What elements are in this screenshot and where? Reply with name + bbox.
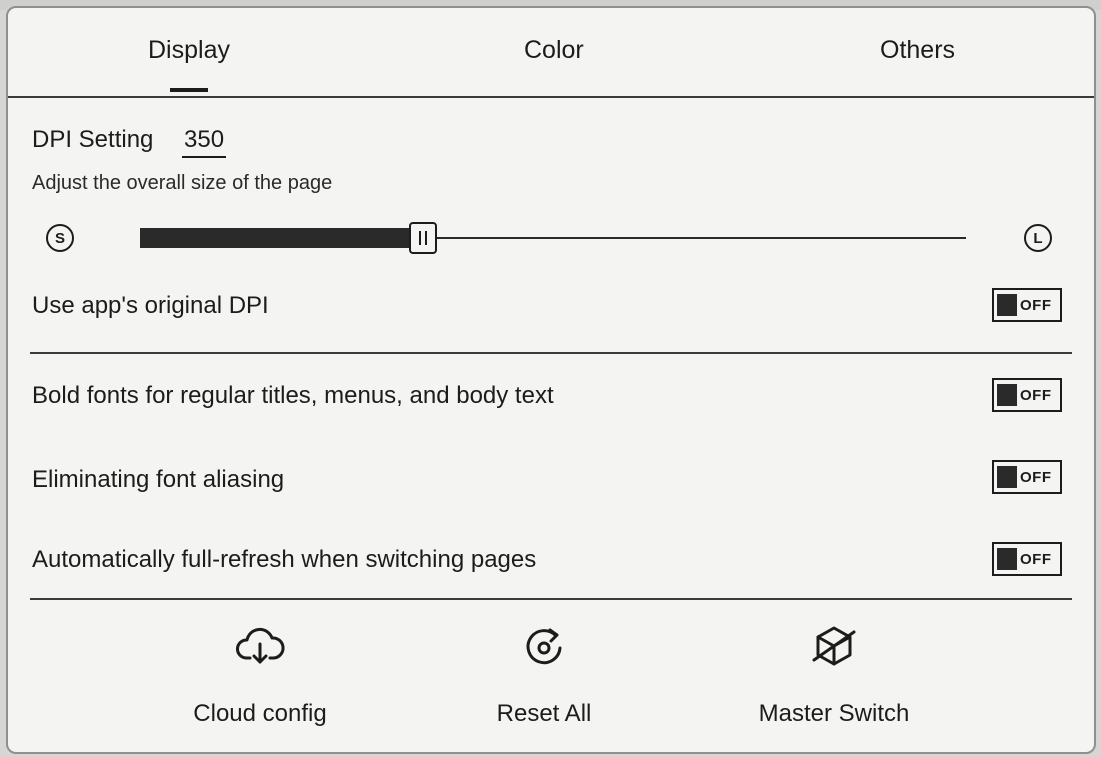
toggle-original-dpi[interactable]: OFF: [992, 288, 1062, 322]
master-switch-label: Master Switch: [758, 700, 910, 727]
toggle-knob: [997, 466, 1017, 488]
tab-others[interactable]: Others: [880, 36, 955, 65]
large-size-label: L: [1033, 229, 1043, 247]
display-settings-dialog: Display Color Others DPI Setting 350 Adj…: [6, 6, 1096, 754]
toggle-knob: [997, 548, 1017, 570]
master-switch-icon: [812, 626, 856, 666]
toggle-state: OFF: [1020, 468, 1052, 486]
setting-label-original-dpi: Use app's original DPI: [32, 292, 269, 319]
section-divider: [30, 352, 1072, 354]
active-tab-indicator: [170, 88, 208, 92]
dpi-slider-handle[interactable]: [408, 222, 437, 254]
dpi-description: Adjust the overall size of the page: [32, 172, 333, 194]
cloud-config-label: Cloud config: [193, 700, 327, 727]
section-divider: [30, 598, 1072, 600]
small-size-icon[interactable]: S: [46, 224, 74, 252]
setting-label-full-refresh: Automatically full-refresh when switchin…: [32, 546, 537, 573]
small-size-label: S: [54, 229, 65, 247]
master-switch-button[interactable]: Master Switch: [724, 620, 944, 740]
reset-icon: [526, 628, 562, 665]
reset-all-button[interactable]: Reset All: [434, 620, 654, 740]
reset-all-label: Reset All: [496, 700, 592, 727]
toggle-knob: [997, 384, 1017, 406]
setting-label-bold-fonts: Bold fonts for regular titles, menus, an…: [32, 382, 554, 409]
large-size-icon[interactable]: L: [1024, 224, 1052, 252]
cloud-config-button[interactable]: Cloud config: [150, 620, 370, 740]
toggle-knob: [997, 294, 1017, 316]
setting-label-font-aliasing: Eliminating font aliasing: [32, 466, 285, 493]
toggle-state: OFF: [1020, 296, 1052, 314]
toggle-bold-fonts[interactable]: OFF: [992, 378, 1062, 412]
tab-color[interactable]: Color: [524, 36, 584, 65]
dpi-slider-fill: [140, 228, 413, 248]
tab-bar: Display Color Others: [8, 8, 1094, 98]
toggle-full-refresh[interactable]: OFF: [992, 542, 1062, 576]
toggle-font-aliasing[interactable]: OFF: [992, 460, 1062, 494]
dpi-setting-title: DPI Setting: [32, 126, 154, 153]
toggle-state: OFF: [1020, 386, 1052, 404]
toggle-state: OFF: [1020, 550, 1052, 568]
tab-display[interactable]: Display: [148, 36, 230, 65]
cloud-download-icon: [236, 627, 285, 664]
dpi-value[interactable]: 350: [182, 126, 227, 158]
